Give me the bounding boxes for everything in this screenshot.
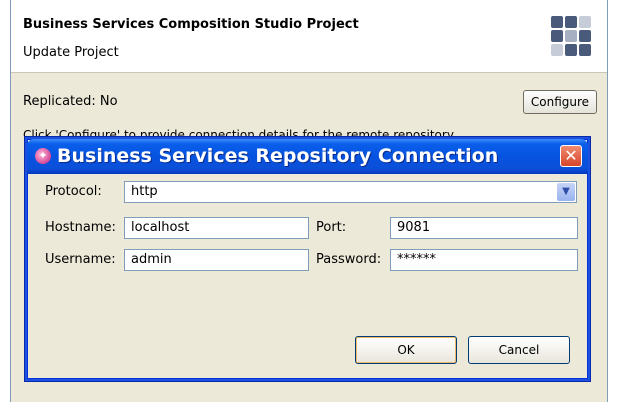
repository-connection-dialog: ✦ Business Services Repository Connectio… [27,139,588,379]
wizard-subtitle: Update Project [23,45,119,60]
app-icon: ✦ [35,148,51,164]
hostname-label: Hostname: [45,220,116,235]
password-field[interactable]: ****** [390,249,578,271]
port-field[interactable]: 9081 [390,217,578,239]
username-field[interactable]: admin [124,249,309,271]
port-label: Port: [316,220,347,235]
cancel-button[interactable]: Cancel [468,336,570,364]
replicated-status: Replicated: No [23,94,118,109]
ok-button[interactable]: OK [355,336,457,364]
protocol-select[interactable]: http ▼ [124,181,577,203]
hostname-field[interactable]: localhost [124,217,309,239]
dialog-titlebar[interactable]: ✦ Business Services Repository Connectio… [27,139,588,174]
configure-button[interactable]: Configure [523,90,597,114]
close-icon[interactable]: ✕ [560,145,582,167]
chevron-down-icon[interactable]: ▼ [557,183,575,201]
password-label: Password: [316,252,382,267]
username-label: Username: [45,252,116,267]
dialog-title: Business Services Repository Connection [57,145,499,167]
grid-logo-icon [551,16,591,56]
protocol-label: Protocol: [45,184,102,199]
wizard-header: Business Services Composition Studio Pro… [11,0,607,73]
wizard-title: Business Services Composition Studio Pro… [23,17,359,32]
protocol-value: http [131,184,158,199]
